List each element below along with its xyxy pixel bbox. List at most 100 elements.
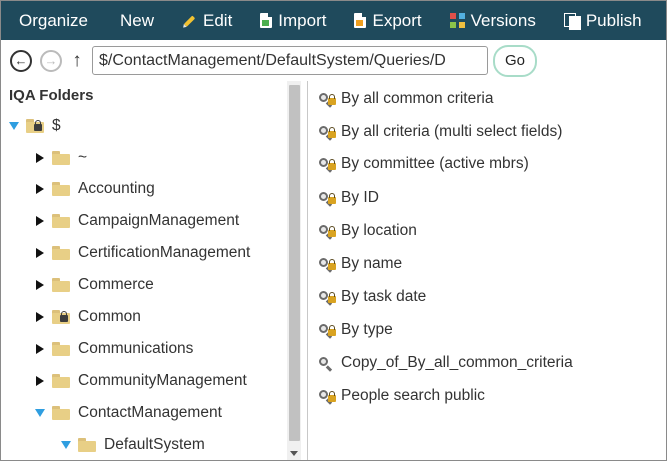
locked-query-icon	[318, 124, 339, 141]
up-arrow-icon: ↑	[72, 49, 82, 71]
folder-icon	[52, 406, 70, 420]
query-label: By committee (active mbrs)	[341, 155, 529, 172]
tree-scrollbar-thumb[interactable]	[289, 85, 300, 441]
query-item[interactable]: People search public	[318, 384, 485, 408]
query-label: By ID	[341, 189, 379, 206]
collapse-arrow-icon[interactable]	[34, 375, 46, 387]
query-label: By type	[341, 321, 393, 338]
tree-item-communications[interactable]: Communications	[34, 337, 193, 361]
tree-item-label: Communications	[78, 340, 194, 357]
expand-arrow-icon[interactable]	[34, 407, 46, 419]
query-item[interactable]: By type	[318, 318, 393, 342]
organize-menu[interactable]: Organize	[1, 1, 106, 40]
tree-item-defaultsystem[interactable]: DefaultSystem	[60, 433, 205, 457]
query-item[interactable]: By all criteria (multi select fields)	[318, 120, 562, 144]
collapse-arrow-icon[interactable]	[34, 183, 46, 195]
tree-item-commerce[interactable]: Commerce	[34, 273, 154, 297]
expand-arrow-icon[interactable]	[60, 439, 72, 451]
versions-button[interactable]: Versions	[436, 1, 550, 40]
query-item[interactable]: By location	[318, 219, 417, 243]
tree-item-contactmanagement[interactable]: ContactManagement	[34, 401, 222, 425]
path-input[interactable]	[92, 46, 488, 75]
go-button[interactable]: Go	[493, 44, 537, 77]
publish-button[interactable]: Publish	[550, 1, 656, 40]
collapse-arrow-icon[interactable]	[34, 279, 46, 291]
query-label: By name	[341, 255, 403, 272]
import-icon	[260, 13, 273, 28]
scroll-down-icon[interactable]	[290, 451, 298, 456]
tree-item-tilde[interactable]: ~	[34, 146, 87, 170]
query-icon	[318, 355, 339, 372]
folder-icon	[52, 151, 70, 165]
versions-icon	[449, 13, 465, 28]
locked-query-icon	[318, 322, 339, 339]
main-toolbar: Organize New Edit Import Export Versions…	[1, 1, 666, 40]
locked-query-icon	[318, 190, 339, 207]
collapse-arrow-icon[interactable]	[34, 343, 46, 355]
query-label: By all criteria (multi select fields)	[341, 123, 563, 140]
new-menu[interactable]: New	[106, 1, 168, 40]
query-item[interactable]: By all common criteria	[318, 87, 493, 111]
query-item[interactable]: By name	[318, 252, 402, 276]
locked-query-icon	[318, 256, 339, 273]
back-button[interactable]: ←	[10, 49, 32, 72]
query-list-panel: By all common criteria By all criteria (…	[308, 81, 666, 460]
tree-item-root[interactable]: $	[8, 114, 61, 138]
tree-item-campaignmanagement[interactable]: CampaignManagement	[34, 209, 239, 233]
tree-item-label: CampaignManagement	[78, 212, 240, 229]
locked-folder-icon	[52, 310, 70, 324]
query-label: Copy_of_By_all_common_criteria	[341, 354, 573, 371]
query-item[interactable]: By ID	[318, 186, 379, 210]
locked-query-icon	[318, 223, 339, 240]
tree-item-label: ContactManagement	[78, 404, 222, 421]
query-label: By task date	[341, 288, 427, 305]
path-navigation-bar: ← → ↑ Go	[1, 40, 666, 81]
query-item[interactable]: Copy_of_By_all_common_criteria	[318, 351, 573, 375]
folder-icon	[78, 438, 96, 452]
collapse-arrow-icon[interactable]	[34, 215, 46, 227]
tree-item-communitymanagement[interactable]: CommunityManagement	[34, 369, 247, 393]
query-label: By all common criteria	[341, 90, 494, 107]
expand-arrow-icon[interactable]	[8, 120, 20, 132]
locked-folder-icon	[26, 119, 44, 133]
folder-icon	[52, 278, 70, 292]
pencil-icon	[179, 10, 200, 31]
versions-label: Versions	[470, 10, 536, 30]
new-label: New	[119, 10, 154, 30]
locked-query-icon	[318, 388, 339, 405]
publish-icon	[563, 13, 581, 30]
query-item[interactable]: By committee (active mbrs)	[318, 152, 529, 176]
tree-item-label: Accounting	[78, 180, 155, 197]
export-label: Export	[372, 10, 422, 30]
tree-item-label: CertificationManagement	[78, 244, 251, 261]
tree-item-label: Commerce	[78, 276, 154, 293]
locked-query-icon	[318, 289, 339, 306]
folder-icon	[52, 342, 70, 356]
organize-label: Organize	[19, 10, 88, 30]
tree-item-accounting[interactable]: Accounting	[34, 177, 155, 201]
folder-icon	[52, 214, 70, 228]
export-button[interactable]: Export	[340, 1, 435, 40]
collapse-arrow-icon[interactable]	[34, 247, 46, 259]
back-arrow-icon: ←	[14, 53, 28, 68]
collapse-arrow-icon[interactable]	[34, 152, 46, 164]
query-item[interactable]: By task date	[318, 285, 426, 309]
up-button[interactable]: ↑	[70, 50, 84, 72]
forward-button[interactable]: →	[40, 49, 62, 72]
tree-item-common[interactable]: Common	[34, 305, 141, 329]
edit-label: Edit	[203, 10, 233, 30]
tree-item-certificationmanagement[interactable]: CertificationManagement	[34, 241, 250, 265]
panel-title: IQA Folders	[9, 87, 94, 104]
query-label: People search public	[341, 387, 485, 404]
import-button[interactable]: Import	[246, 1, 340, 40]
edit-button[interactable]: Edit	[168, 1, 246, 40]
publish-label: Publish	[585, 10, 642, 30]
tree-item-label: ~	[78, 149, 88, 166]
folder-icon	[52, 246, 70, 260]
collapse-arrow-icon[interactable]	[34, 311, 46, 323]
folder-icon	[52, 182, 70, 196]
forward-arrow-icon: →	[44, 53, 58, 68]
iqa-folders-panel: IQA Folders $ ~ Accounting CampaignManag…	[1, 81, 307, 460]
tree-item-label: DefaultSystem	[104, 436, 205, 453]
locked-query-icon	[318, 156, 339, 173]
